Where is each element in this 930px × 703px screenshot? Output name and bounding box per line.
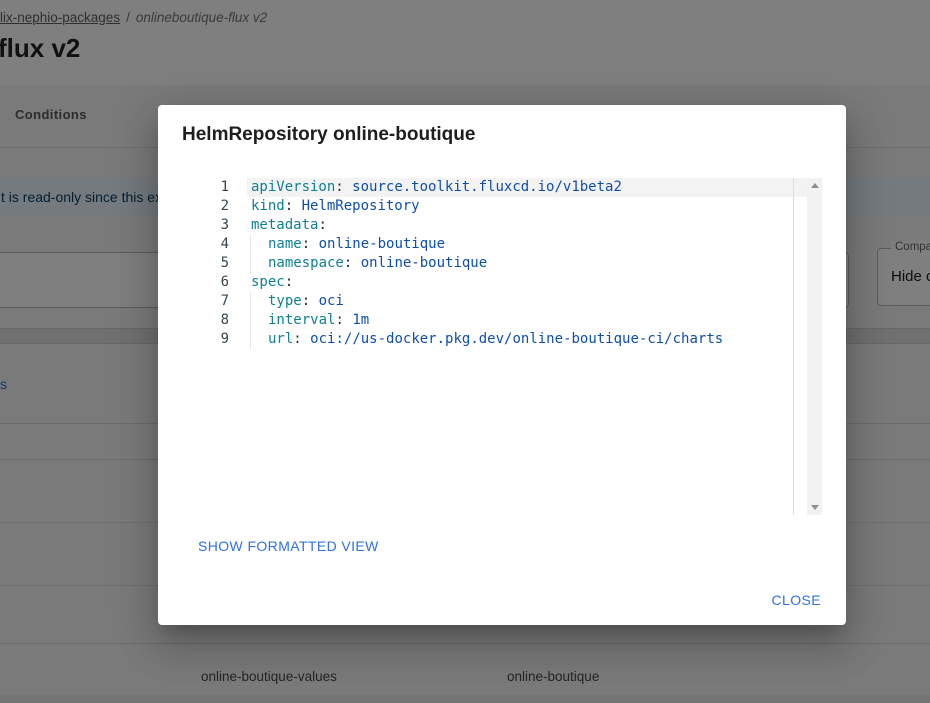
show-formatted-view-button[interactable]: SHOW FORMATTED VIEW [198,538,379,554]
resource-yaml-dialog: HelmRepository online-boutique 123456789… [158,105,846,625]
yaml-editor[interactable]: 123456789 apiVersion: source.toolkit.flu… [207,178,822,515]
code-line[interactable]: metadata: [247,216,807,235]
indent-guide-line [250,311,251,330]
line-number: 2 [207,197,247,216]
indent-guide-line [250,254,251,273]
code-line[interactable]: interval: 1m [247,311,807,330]
editor-ruler [793,178,794,515]
indent-guide-line [250,330,251,349]
scroll-down-icon[interactable] [811,505,819,510]
indent-guide-line [250,292,251,311]
line-number: 6 [207,273,247,292]
line-number: 9 [207,330,247,349]
code-lines[interactable]: apiVersion: source.toolkit.fluxcd.io/v1b… [247,178,807,515]
close-button[interactable]: CLOSE [772,592,821,608]
line-number: 8 [207,311,247,330]
code-line[interactable]: spec: [247,273,807,292]
line-number: 3 [207,216,247,235]
scroll-up-icon[interactable] [811,183,819,188]
code-line[interactable]: name: online-boutique [247,235,807,254]
app-root: lix-nephio-packages/onlineboutique-flux … [0,0,930,703]
code-line[interactable]: url: oci://us-docker.pkg.dev/online-bout… [247,330,807,349]
line-number: 1 [207,178,247,197]
code-line[interactable]: type: oci [247,292,807,311]
code-line[interactable]: namespace: online-boutique [247,254,807,273]
line-number: 7 [207,292,247,311]
indent-guide-line [250,235,251,254]
dialog-title: HelmRepository online-boutique [182,124,475,146]
code-line[interactable]: apiVersion: source.toolkit.fluxcd.io/v1b… [247,178,807,197]
code-line[interactable]: kind: HelmRepository [247,197,807,216]
line-number: 5 [207,254,247,273]
editor-scrollbar[interactable] [807,178,822,515]
line-number: 4 [207,235,247,254]
editor-gutter: 123456789 [207,178,247,515]
